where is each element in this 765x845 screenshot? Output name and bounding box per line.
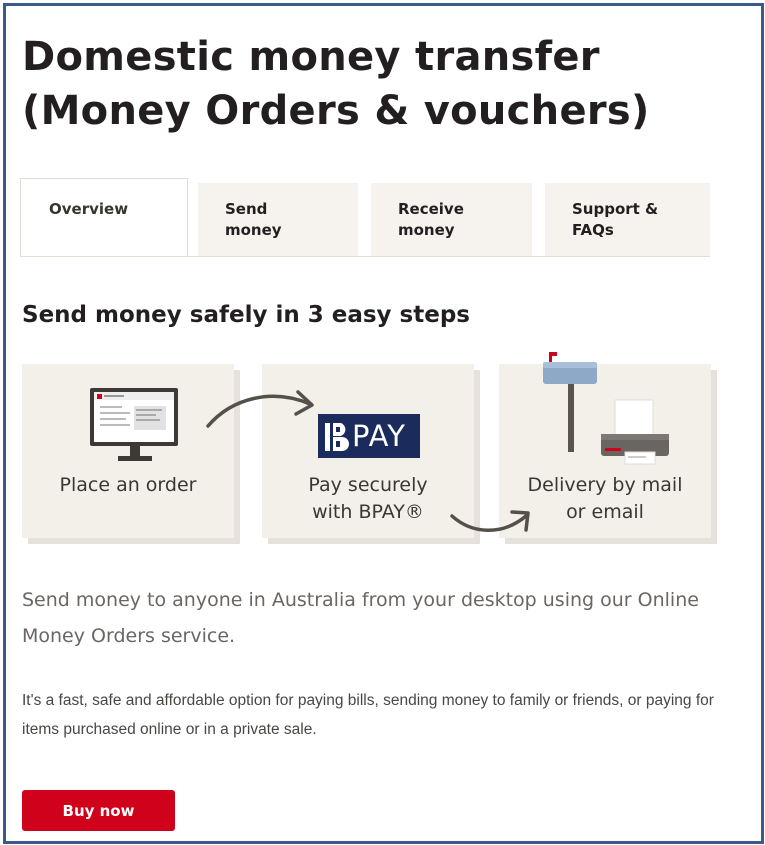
tab-bar: Overview Send money Receive money Suppor… (20, 178, 710, 257)
tab-receive-money-label-line-2: money (398, 221, 455, 239)
tab-support-faqs[interactable]: Support & FAQs (545, 183, 710, 256)
tab-overview[interactable]: Overview (20, 178, 188, 257)
step-2-label-line-1: Pay securely (308, 474, 428, 496)
tab-support-faqs-label-line-1: Support & (572, 200, 659, 218)
intro-text: Send money to anyone in Australia from y… (22, 589, 699, 647)
step-2-label-line-2: with BPAY® (312, 501, 424, 523)
tab-send-money-label-line-2: money (225, 221, 282, 239)
bpay-b-mark-icon (325, 423, 349, 451)
description-text: It's a fast, safe and affordable option … (22, 692, 714, 738)
step-1-label: Place an order (59, 474, 197, 496)
computer-monitor-icon (90, 388, 178, 461)
page-frame: Domestic money transfer (Money Orders & … (3, 3, 764, 844)
steps-section-title: Send money safely in 3 easy steps (22, 302, 470, 328)
buy-now-button[interactable]: Buy now (22, 790, 175, 831)
arrow-step-1-to-2-icon (206, 390, 314, 428)
tab-overview-label: Overview (49, 200, 129, 218)
bpay-logo-text: PAY (352, 419, 406, 453)
bpay-logo: PAY (318, 414, 420, 458)
page-title-line-2: (Money Orders & vouchers) (22, 88, 650, 134)
arrow-step-2-to-3-icon (450, 510, 530, 532)
step-2-label: Pay securely with BPAY® (262, 472, 474, 526)
tab-support-faqs-label-line-2: FAQs (572, 221, 614, 239)
page-title: Domestic money transfer (Money Orders & … (22, 30, 742, 138)
tab-send-money-label-line-1: Send (225, 200, 268, 218)
tab-receive-money[interactable]: Receive money (371, 183, 532, 256)
tab-receive-money-label-line-1: Receive (398, 200, 464, 218)
mailbox-printer-icon (543, 352, 669, 465)
page-title-line-1: Domestic money transfer (22, 34, 600, 80)
tab-send-money[interactable]: Send money (198, 183, 358, 256)
page-content: Domestic money transfer (Money Orders & … (6, 6, 761, 841)
tab-bar-divider (20, 256, 710, 257)
step-3-label-line-1: Delivery by mail (527, 474, 683, 496)
